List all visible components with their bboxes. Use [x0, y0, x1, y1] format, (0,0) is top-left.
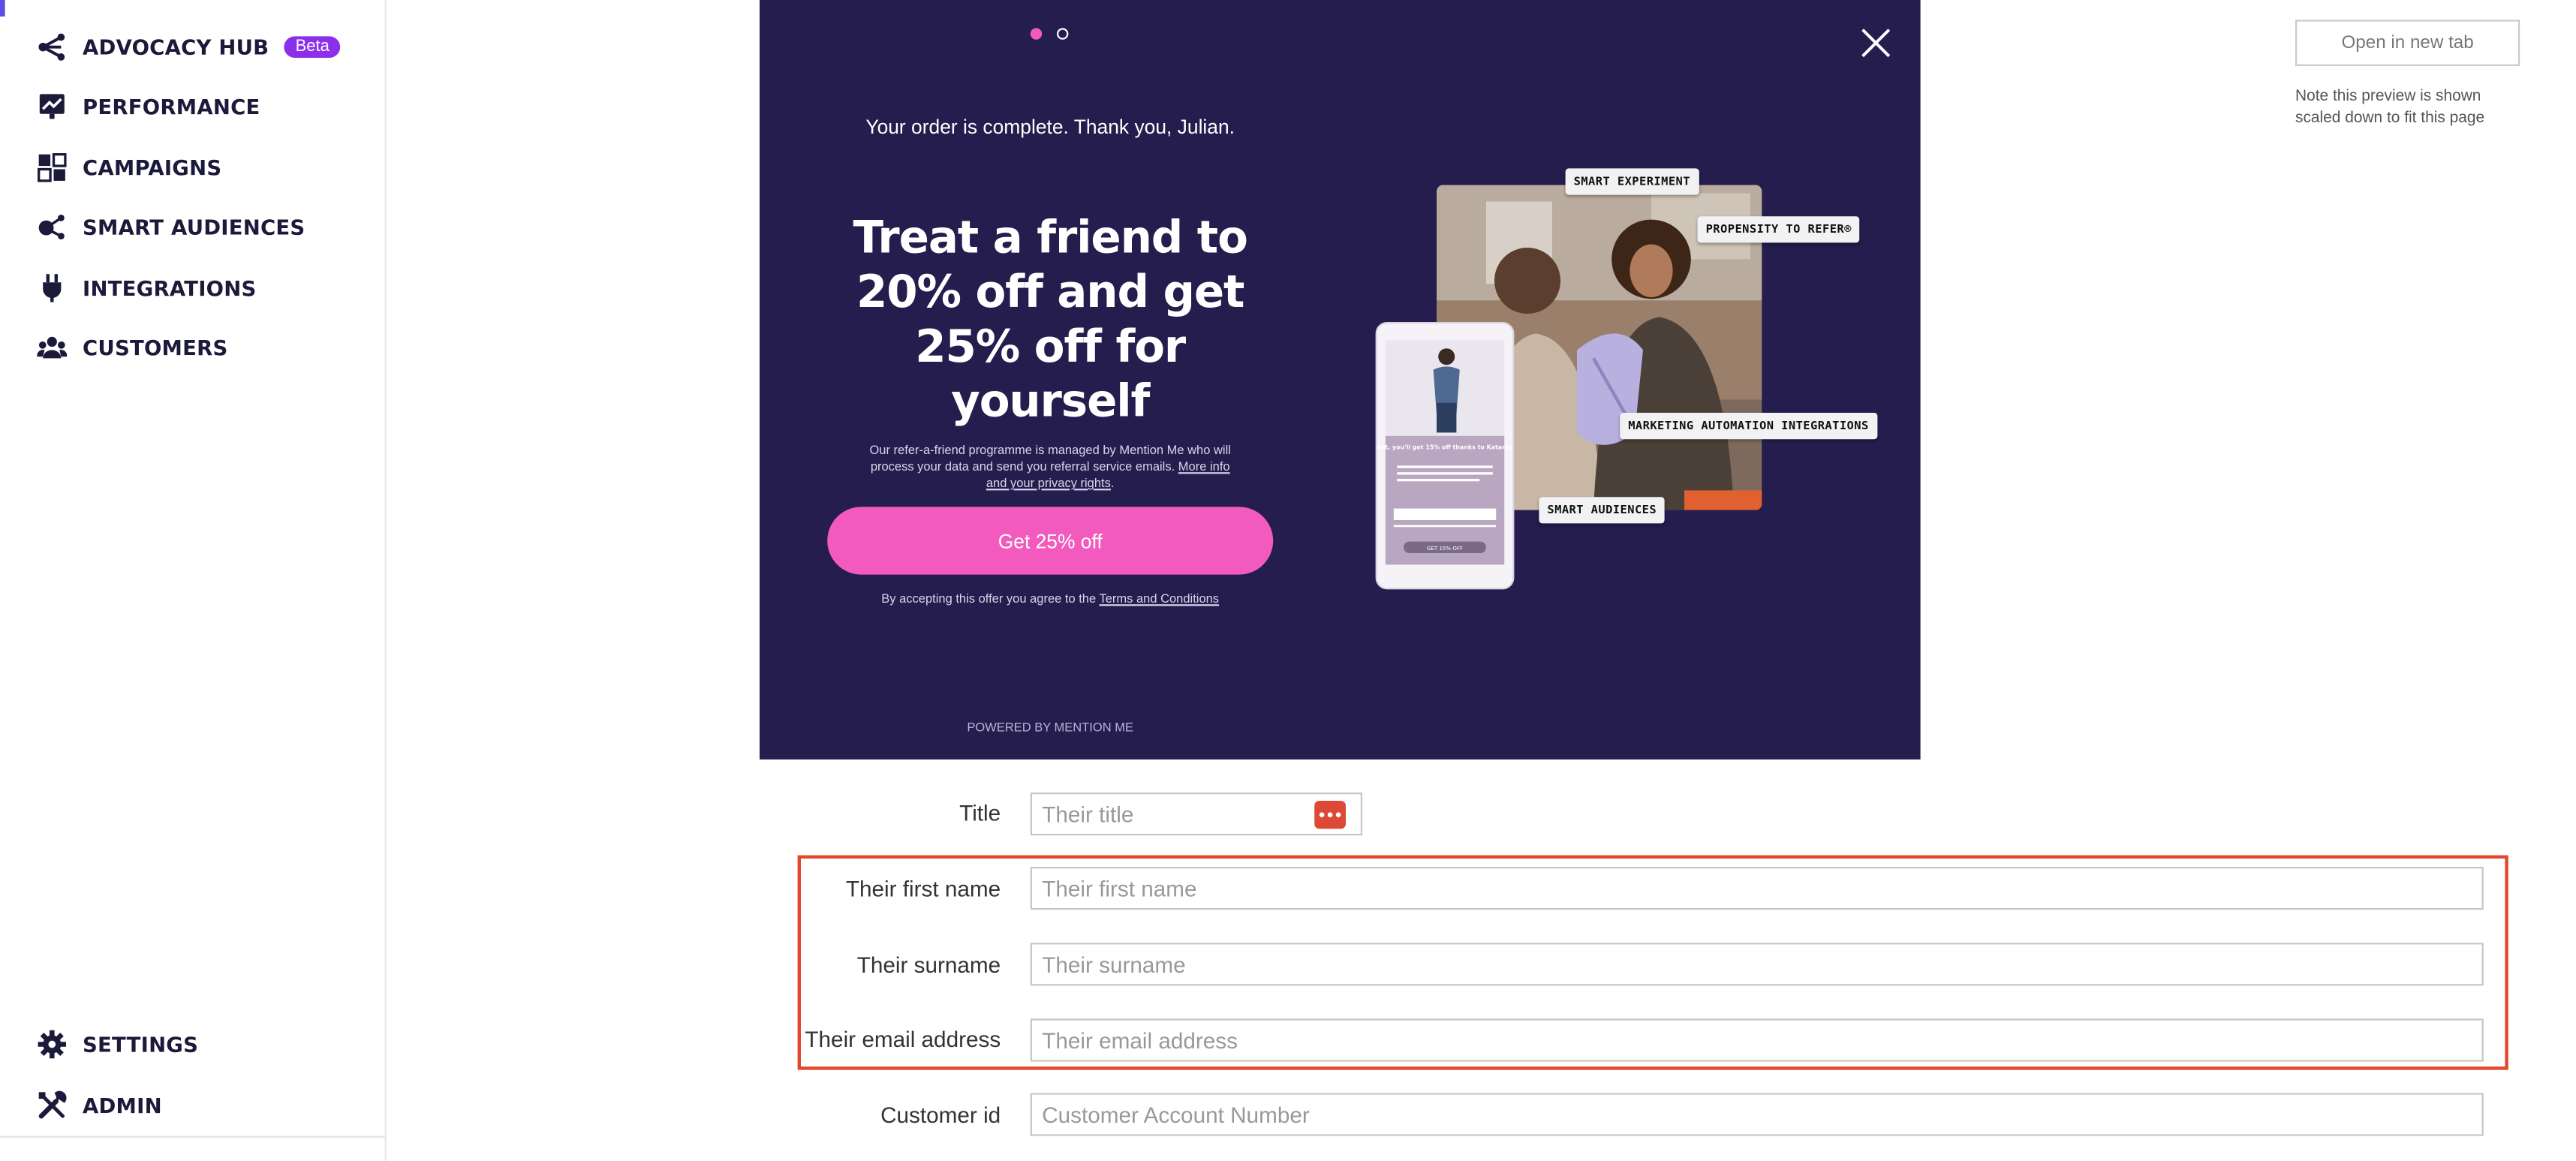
beta-badge: Beta [284, 35, 342, 57]
title-label: Title [959, 801, 1001, 826]
sidebar-item-label: ADMIN [83, 1092, 162, 1117]
get-offer-button[interactable]: Get 25% off [827, 507, 1274, 575]
sidebar-item-label: PERFORMANCE [83, 93, 260, 119]
customers-icon [36, 331, 68, 362]
tag-smart-audiences: SMART AUDIENCES [1539, 497, 1666, 524]
privacy-notice: Our refer-a-friend programme is managed … [869, 442, 1231, 491]
sidebar-item-label: SMART AUDIENCES [83, 213, 305, 239]
sidebar-item-label: CUSTOMERS [83, 334, 228, 359]
sidebar-item-performance[interactable]: PERFORMANCE [36, 88, 260, 124]
offer-headline: Treat a friend to 20% off and get 25% of… [853, 212, 1248, 428]
carousel-dot[interactable] [1057, 28, 1069, 40]
advocacy-hub-icon [36, 31, 68, 62]
first-name-placeholder: Their first name [1042, 876, 1197, 901]
tag-marketing-automation: MARKETING AUTOMATION INTEGRATIONS [1620, 413, 1877, 440]
sidebar-active-edge [0, 0, 5, 17]
sidebar-item-customers[interactable]: CUSTOMERS [36, 329, 227, 365]
surname-label: Their surname [856, 952, 1001, 978]
email-input[interactable]: Their email address [1030, 1018, 2484, 1062]
phone-mockup: Great, you'll get 15% off thanks to Kata… [1375, 322, 1515, 590]
plug-icon [36, 272, 68, 303]
sidebar-item-smart-audiences[interactable]: SMART AUDIENCES [36, 208, 305, 244]
close-icon[interactable] [1861, 28, 1891, 58]
powered-by: POWERED BY MENTION ME [967, 720, 1133, 735]
preview-scale-note: Note this preview is shown scaled down t… [2295, 87, 2485, 127]
tools-icon [36, 1089, 68, 1120]
sidebar-item-label: CAMPAIGNS [83, 154, 222, 179]
first-name-input[interactable]: Their first name [1030, 867, 2484, 910]
title-input[interactable]: Their title [1030, 793, 1362, 836]
terms-link[interactable]: Terms and Conditions [1099, 591, 1219, 606]
phone-button: GET 15% OFF [1427, 545, 1463, 552]
customer-id-label: Customer id [880, 1102, 1001, 1128]
sidebar-item-settings[interactable]: SETTINGS [36, 1025, 198, 1061]
customer-id-placeholder: Customer Account Number [1042, 1102, 1310, 1127]
sidebar-item-integrations[interactable]: INTEGRATIONS [36, 269, 256, 305]
email-label: Their email address [805, 1027, 1001, 1052]
campaigns-icon [36, 151, 68, 182]
sidebar-item-admin[interactable]: ADMIN [36, 1087, 162, 1123]
title-placeholder: Their title [1042, 802, 1134, 827]
open-in-new-tab-button[interactable]: Open in new tab [2295, 20, 2520, 66]
more-options-icon[interactable] [1314, 801, 1346, 829]
gear-icon [36, 1028, 68, 1060]
sidebar-item-label: SETTINGS [83, 1030, 199, 1056]
surname-input[interactable]: Their surname [1030, 943, 2484, 986]
order-complete-message: Your order is complete. Thank you, Julia… [865, 116, 1235, 139]
sidebar-item-advocacy-hub[interactable]: ADVOCACY HUB Beta [36, 28, 342, 64]
performance-chart-icon [36, 90, 68, 122]
first-name-label: Their first name [845, 877, 1001, 902]
carousel-dots [1030, 28, 1069, 40]
offer-preview: Your order is complete. Thank you, Julia… [760, 0, 1921, 759]
phone-headline: Great, you'll get 15% off thanks to Kata… [1377, 444, 1512, 450]
tag-propensity-to-refer: PROPENSITY TO REFER® [1697, 216, 1860, 243]
sidebar-item-campaigns[interactable]: CAMPAIGNS [36, 149, 221, 185]
sidebar: ADVOCACY HUB Beta PERFORMANCE CAMPAIGNS … [0, 0, 387, 1161]
sidebar-divider [0, 1135, 385, 1138]
privacy-text: Our refer-a-friend programme is managed … [869, 442, 1231, 474]
email-placeholder: Their email address [1042, 1027, 1238, 1053]
surname-placeholder: Their surname [1042, 952, 1186, 977]
smart-audiences-icon [36, 211, 68, 242]
carousel-dot-active[interactable] [1030, 28, 1043, 40]
tag-smart-experiment: SMART EXPERIMENT [1565, 168, 1699, 195]
terms-text: By accepting this offer you agree to the [881, 591, 1097, 606]
sidebar-item-label: INTEGRATIONS [83, 275, 257, 300]
customer-id-input[interactable]: Customer Account Number [1030, 1093, 2484, 1136]
terms-notice: By accepting this offer you agree to the… [809, 591, 1291, 606]
sidebar-item-label: ADVOCACY HUB [83, 34, 269, 59]
